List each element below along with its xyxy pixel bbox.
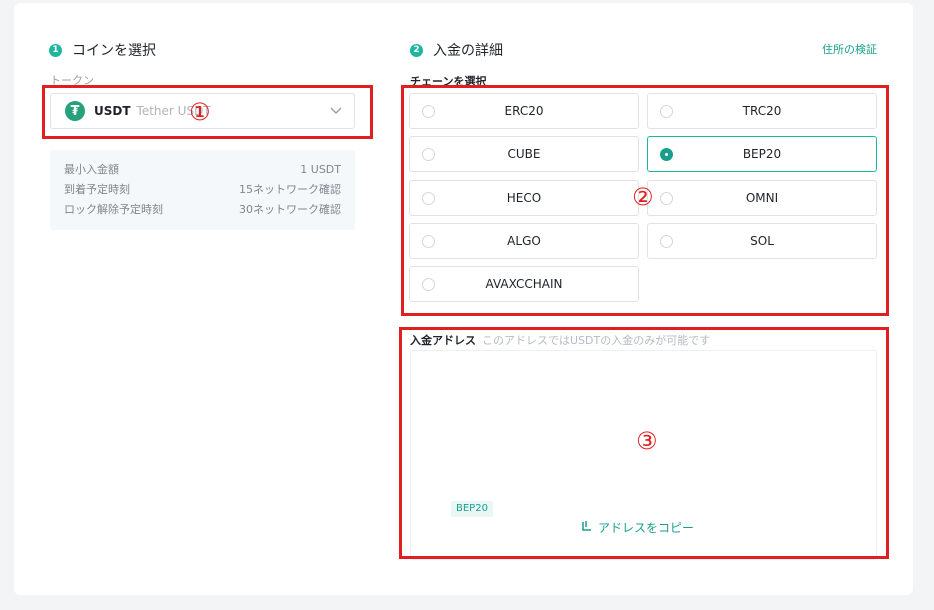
copy-address-label: アドレスをコピー <box>598 521 695 535</box>
info-value: 15ネットワーク確認 <box>239 183 341 196</box>
step-title-select-coin: コインを選択 <box>72 43 156 59</box>
step-title-deposit-details: 入金の詳細 <box>433 43 503 59</box>
info-row-min-deposit: 最小入金額 1 USDT <box>64 160 341 180</box>
step-number-1: 1 <box>49 43 62 57</box>
deposit-address-title: 入金アドレス <box>410 334 476 347</box>
chain-option-label: ALGO <box>507 234 541 248</box>
chain-select-heading: チェーンを選択 <box>410 75 487 88</box>
info-label: 最小入金額 <box>64 163 119 176</box>
chain-option-label: TRC20 <box>742 104 782 118</box>
deposit-address-heading: 入金アドレス このアドレスではUSDTの入金のみが可能です <box>410 332 710 348</box>
token-symbol: USDT <box>94 104 131 118</box>
step-number-2: 2 <box>410 43 423 57</box>
copy-address-button[interactable]: アドレスをコピー <box>581 519 694 536</box>
deposit-address-note: このアドレスではUSDTの入金のみが可能です <box>482 334 711 347</box>
info-value: 30ネットワーク確認 <box>239 203 341 216</box>
step-select-coin: 1 コインを選択 <box>49 40 156 60</box>
chain-option-avaxcchain[interactable]: AVAXCCHAIN <box>409 266 639 302</box>
info-label: ロック解除予定時刻 <box>64 203 163 216</box>
chain-option-label: HECO <box>506 191 542 205</box>
radio-icon <box>422 105 435 118</box>
tether-icon: ₮ <box>65 101 85 121</box>
chain-option-cube[interactable]: CUBE <box>409 136 639 172</box>
chain-option-omni[interactable]: OMNI <box>647 180 877 216</box>
verify-address-link[interactable]: 住所の検証 <box>822 41 877 57</box>
chain-option-algo[interactable]: ALGO <box>409 223 639 259</box>
token-select[interactable]: ₮ USDT Tether USDT <box>50 93 355 129</box>
radio-icon <box>422 192 435 205</box>
info-label: 到着予定時刻 <box>64 183 130 196</box>
radio-icon <box>660 192 673 205</box>
chain-option-bep20[interactable]: BEP20 <box>647 136 877 172</box>
chain-option-heco[interactable]: HECO <box>409 180 639 216</box>
chain-option-trc20[interactable]: TRC20 <box>647 93 877 129</box>
radio-icon <box>422 278 435 291</box>
radio-checked-icon <box>660 148 673 161</box>
chain-option-label: OMNI <box>745 191 779 205</box>
chain-option-label: AVAXCCHAIN <box>485 277 563 291</box>
deposit-info-box: 最小入金額 1 USDT 到着予定時刻 15ネットワーク確認 ロック解除予定時刻… <box>50 150 355 230</box>
chain-option-label: CUBE <box>507 147 541 161</box>
token-full-name: Tether USDT <box>136 104 211 118</box>
token-label: トークン <box>50 74 94 87</box>
radio-icon <box>660 235 673 248</box>
chevron-down-icon <box>330 105 342 117</box>
chain-option-label: SOL <box>750 234 774 248</box>
chain-option-sol[interactable]: SOL <box>647 223 877 259</box>
radio-icon <box>660 105 673 118</box>
chain-option-label: ERC20 <box>504 104 544 118</box>
radio-icon <box>422 235 435 248</box>
chain-option-label: BEP20 <box>742 147 782 161</box>
chain-badge: BEP20 <box>451 501 493 517</box>
copy-icon <box>581 520 595 535</box>
info-row-arrival-time: 到着予定時刻 15ネットワーク確認 <box>64 180 341 200</box>
radio-icon <box>422 148 435 161</box>
info-value: 1 USDT <box>300 163 341 176</box>
info-row-unlock-time: ロック解除予定時刻 30ネットワーク確認 <box>64 200 341 220</box>
step-deposit-details: 2 入金の詳細 <box>410 40 503 60</box>
chain-option-erc20[interactable]: ERC20 <box>409 93 639 129</box>
